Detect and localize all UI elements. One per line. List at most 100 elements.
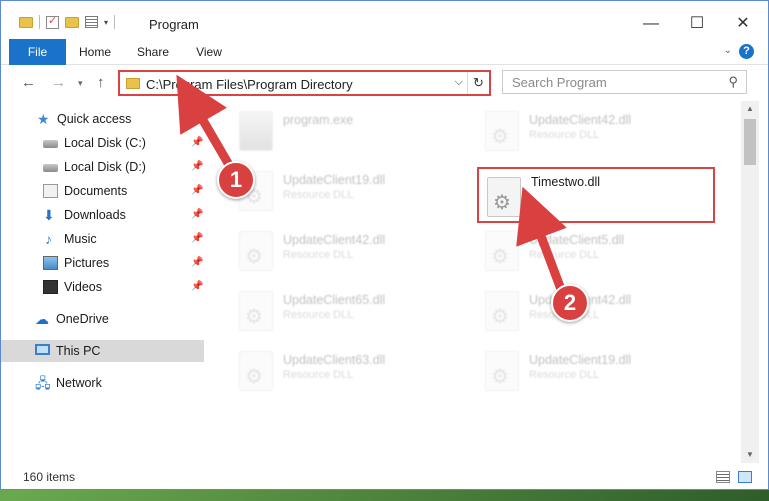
search-placeholder: Search Program [512,75,607,90]
star-icon: ★ [37,111,50,127]
maximize-button[interactable]: ☐ [674,9,720,39]
file-list: program.exe ⚙ UpdateClient42.dll Resourc… [205,101,741,463]
folder-icon [126,78,140,89]
file-item[interactable]: program.exe [231,107,461,163]
navigation-pane: ★ Quick access Local Disk (C:) 📌 Local D… [1,101,204,463]
sidebar-item-label: Network [56,376,102,390]
scrollbar-thumb[interactable] [744,119,756,165]
tab-home[interactable]: Home [71,39,119,65]
dll-file-icon: ⚙ [239,231,273,271]
file-item[interactable]: ⚙ UpdateClient63.dll Resource DLL [231,347,461,403]
file-type: Resource DLL [283,369,354,381]
gear-icon: ⚙ [491,366,509,388]
file-item-timestwo[interactable]: ⚙ Timestwo.dll [477,167,715,223]
minimize-button[interactable]: — [628,9,674,39]
chevron-down-icon[interactable]: ▾ [104,18,108,27]
video-icon [43,280,58,294]
gear-icon: ⚙ [245,306,263,328]
file-item[interactable]: ⚙ UpdateClient19.dll Resource DLL [477,347,707,403]
file-type: Resource DLL [283,309,354,321]
forward-arrow-icon[interactable]: → [51,74,66,91]
pin-icon[interactable]: 📌 [191,228,203,250]
sidebar-item-quick-access[interactable]: ★ Quick access [1,108,204,130]
sidebar-item-local-disk-c[interactable]: Local Disk (C:) 📌 [1,132,204,154]
address-bar[interactable]: C:\Program Files\Program Directory ⌵ ↻ [118,70,491,96]
sidebar-item-label: Videos [64,280,102,294]
address-history-chevron-icon[interactable]: ⌵ [455,76,463,89]
file-name: UpdateClient5.dll [529,233,625,247]
sidebar-item-local-disk-d[interactable]: Local Disk (D:) 📌 [1,156,204,178]
sidebar-item-label: Local Disk (D:) [64,160,146,174]
toolbar-separator [114,15,116,29]
disk-icon [43,164,58,172]
file-item[interactable]: ⚙ UpdateClient5.dll Resource DLL [477,227,707,283]
sidebar-item-pictures[interactable]: Pictures 📌 [1,252,204,274]
sidebar-item-label: Music [64,232,97,246]
scroll-down-icon[interactable]: ▼ [741,447,759,463]
file-item[interactable]: ⚙ UpdateClient42.dll Resource DLL [477,107,707,163]
file-item[interactable]: ⚙ UpdateClient65.dll Resource DLL [231,287,461,343]
tab-share[interactable]: Share [129,39,177,65]
help-icon[interactable]: ? [739,44,754,59]
dll-file-icon: ⚙ [239,291,273,331]
pin-icon[interactable]: 📌 [191,180,203,202]
customize-icon[interactable] [85,16,98,28]
dll-file-icon: ⚙ [485,111,519,151]
scroll-up-icon[interactable]: ▲ [741,101,759,117]
address-path[interactable]: C:\Program Files\Program Directory [146,77,353,92]
pin-icon[interactable]: 📌 [191,132,203,154]
sidebar-item-onedrive[interactable]: ☁ OneDrive [1,308,204,330]
network-icon: 🖧 [35,375,51,391]
pin-icon[interactable]: 📌 [191,252,203,274]
computer-icon [35,344,50,355]
file-name: UpdateClient19.dll [529,353,632,367]
pin-icon[interactable]: 📌 [191,204,203,226]
expand-ribbon-icon[interactable]: ⌄ [724,45,732,56]
sidebar-item-downloads[interactable]: ⬇ Downloads 📌 [1,204,204,226]
pictures-icon [43,256,58,270]
sidebar-item-label: This PC [56,344,101,358]
sidebar-item-documents[interactable]: Documents 📌 [1,180,204,202]
exe-file-icon [239,111,273,151]
properties-check-icon[interactable] [46,14,59,29]
file-item[interactable]: ⚙ UpdateClient19.dll Resource DLL [231,167,461,223]
tab-view[interactable]: View [187,39,231,65]
file-item[interactable]: ⚙ UpdateClient42.dll Resource DLL [231,227,461,283]
file-item[interactable]: ⚙ UpdateClient42.dll Resource DLL [477,287,707,343]
recent-locations-chevron-icon[interactable]: ▾ [78,78,83,89]
file-name: UpdateClient65.dll [283,293,386,307]
pin-icon[interactable]: 📌 [191,156,203,178]
back-arrow-icon[interactable]: ← [21,74,36,91]
search-icon[interactable]: ⚲ [728,74,738,90]
sidebar-item-this-pc[interactable]: This PC [1,340,204,362]
dll-file-icon: ⚙ [239,351,273,391]
sidebar-item-label: Quick access [57,112,132,126]
file-type: Resource DLL [283,189,354,201]
sidebar-item-music[interactable]: ♪ Music 📌 [1,228,204,250]
pin-icon[interactable]: 📌 [191,276,203,298]
dll-file-icon: ⚙ [487,177,521,217]
sidebar-item-videos[interactable]: Videos 📌 [1,276,204,298]
gear-icon: ⚙ [245,366,263,388]
vertical-scrollbar[interactable]: ▲ ▼ [741,101,759,463]
file-name: UpdateClient19.dll [283,173,386,187]
file-name: UpdateClient63.dll [283,353,386,367]
sidebar-item-network[interactable]: 🖧 Network [1,372,204,394]
new-folder-icon[interactable] [65,16,79,28]
navigation-bar: ← → ▾ ↑ C:\Program Files\Program Directo… [1,65,768,101]
close-button[interactable]: ✕ [720,9,766,39]
tab-file[interactable]: File [9,39,66,65]
details-view-icon[interactable] [716,471,730,483]
status-bar: 160 items [1,463,768,489]
music-icon: ♪ [45,231,52,247]
large-icons-view-icon[interactable] [738,471,752,483]
disk-icon [43,140,58,148]
search-input[interactable]: Search Program ⚲ [502,70,747,94]
sidebar-item-label: OneDrive [56,312,109,326]
refresh-icon[interactable]: ↻ [467,72,489,94]
sidebar-item-label: Downloads [64,208,126,222]
file-name: Timestwo.dll [531,175,600,189]
gear-icon: ⚙ [491,246,509,268]
window-title: Program [149,17,199,32]
up-arrow-icon[interactable]: ↑ [97,74,105,91]
